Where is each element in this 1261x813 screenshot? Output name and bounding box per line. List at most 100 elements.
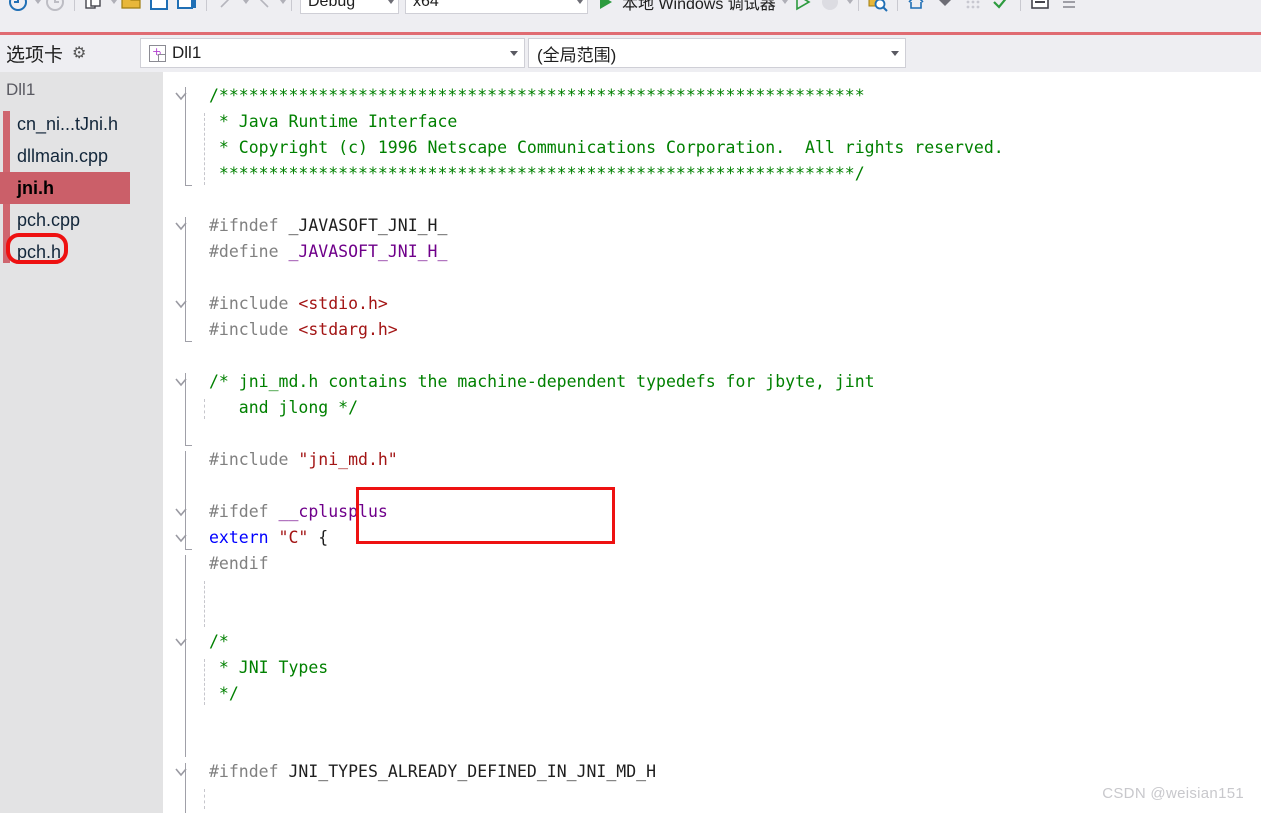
save-all-icon[interactable] [173,0,201,17]
redo-icon[interactable] [249,0,277,17]
main-toolbar: Debug x64 本地 Windows 调试器 [0,0,1261,32]
solution-configuration-combo[interactable]: Debug [300,0,399,14]
code-token: <stdarg.h> [298,320,398,339]
code-line[interactable]: and jlong */ [209,395,358,421]
start-debug-icon[interactable] [591,0,619,17]
code-token: /***************************************… [209,86,865,105]
code-line[interactable]: #include <stdio.h> [209,291,388,317]
code-token: ****************************************… [209,164,865,183]
code-line[interactable]: * Copyright (c) 1996 Netscape Communicat… [209,135,1004,161]
code-token: * Copyright (c) 1996 Netscape Communicat… [209,138,1004,157]
sidebar-item-label: dllmain.cpp [17,145,109,166]
chevron-down-icon [577,0,583,4]
fold-toggle-icon[interactable] [173,291,189,317]
code-line[interactable]: #define _JAVASOFT_JNI_H_ [209,239,447,265]
code-line[interactable]: extern "C" { [209,525,328,551]
fold-toggle-icon[interactable] [173,629,189,655]
code-structure-guide [204,659,205,705]
tabs-sidebar: Dll1 cn_ni...tJni.h dllmain.cpp jni.h pch.c… [0,72,163,813]
code-line[interactable]: /* [209,629,229,655]
code-token: */ [209,684,239,703]
annotation-highlight-include-jni-md [356,487,615,544]
code-token: * JNI Types [209,658,329,677]
code-line[interactable]: #endif [209,551,269,577]
toolbar-separator-5 [896,0,898,11]
forward-navigate-icon[interactable] [41,0,69,17]
sidebar-item-jni-h[interactable]: jni.h [0,172,130,204]
sidebar-item-pch-h[interactable]: pch.h [0,236,163,268]
code-token: _JAVASOFT_JNI_H_ [288,216,448,235]
start-without-debug-icon[interactable] [788,0,816,17]
sidebar-item-pch-cpp[interactable]: pch.cpp [0,204,163,236]
sidebar-header: 选项卡 ⚙ [0,35,138,72]
code-structure-guide [204,789,205,809]
code-token: "jni_md.h" [298,450,398,469]
gear-icon[interactable]: ⚙ [72,45,86,62]
checkmark-icon[interactable] [987,0,1015,17]
sidebar-item-dllmain-cpp[interactable]: dllmain.cpp [0,140,163,172]
member-scope-label: (全局范围) [537,45,617,65]
fold-toggle-icon[interactable] [173,213,189,239]
list-icon[interactable] [1054,0,1082,17]
code-structure-guide-foot [185,341,192,342]
code-editor[interactable]: /* **************************************… [163,72,1261,813]
code-line[interactable]: /***************************************… [209,83,865,109]
fold-toggle-icon[interactable] [173,83,189,109]
comment-icon[interactable] [1026,0,1054,17]
fold-toggle-icon[interactable] [173,499,189,525]
code-token: _JAVASOFT_JNI_H_ [288,242,448,261]
open-file-icon[interactable] [117,0,145,17]
fold-toggle-icon[interactable] [173,369,189,395]
start-debug-label: 本地 Windows 调试器 [622,0,776,13]
new-project-icon[interactable] [80,0,108,17]
sidebar-header-title: 选项卡 [6,45,64,66]
code-structure-guide [185,555,186,757]
dotted-grid-icon[interactable] [959,0,987,17]
chevron-down-icon [891,50,899,56]
find-in-files-icon[interactable] [864,0,892,17]
sidebar-item-label: pch.cpp [17,209,81,230]
save-icon[interactable] [145,0,173,17]
fold-toggle-icon[interactable] [173,759,189,785]
code-line[interactable]: #ifndef _JAVASOFT_JNI_H_ [209,213,447,239]
chevron-down-icon [388,0,394,4]
sidebar-file-list: cn_ni...tJni.h dllmain.cpp jni.h pch.cpp pch… [0,108,163,268]
back-navigate-icon[interactable] [4,0,32,17]
toolbar-separator-4 [857,0,859,11]
vs-window: Debug x64 本地 Windows 调试器 选项卡 ⚙ + Dll1 (全… [0,0,1261,813]
code-line[interactable]: /* jni_md.h contains the machine-depende… [209,369,875,395]
code-line[interactable]: #ifdef __cplusplus [209,499,388,525]
code-line[interactable]: #ifndef JNI_TYPES_ALREADY_DEFINED_IN_JNI… [209,759,656,785]
sidebar-root-label: Dll1 [6,80,36,99]
solution-platform-label: x64 [413,0,439,10]
undo-icon[interactable] [212,0,240,17]
sidebar-item-cn-ni-tjni-h[interactable]: cn_ni...tJni.h [0,108,163,140]
collapse-icon[interactable] [931,0,959,17]
stop-dropdown-caret[interactable] [846,0,853,4]
code-line[interactable]: */ [209,681,239,707]
toolbar-separator-3 [291,0,292,11]
code-token: extern [209,528,279,547]
member-scope-combo[interactable]: (全局范围) [528,38,906,68]
code-structure-guide-foot [185,445,192,446]
code-line[interactable]: * Java Runtime Interface [209,109,457,135]
code-line[interactable]: #include <stdarg.h> [209,317,398,343]
fold-toggle-icon[interactable] [173,525,189,551]
code-line[interactable]: * JNI Types [209,655,328,681]
code-token: __cplusplus [278,502,388,521]
code-token: "C" [278,528,309,547]
code-token: #endif [209,554,269,573]
navigation-bar: 选项卡 ⚙ ++ Dll1 (全局范围) [0,35,1261,72]
code-line[interactable]: ****************************************… [209,161,865,187]
solution-platform-combo[interactable]: x64 [405,0,588,14]
redo-dropdown-caret[interactable] [280,0,286,4]
stop-icon[interactable] [816,0,844,17]
code-line[interactable]: #include "jni_md.h" [209,447,398,473]
toolbar-separator-2 [206,0,207,11]
project-scope-combo[interactable]: ++ Dll1 [140,38,525,68]
home-icon[interactable] [903,0,931,17]
code-token: /* [209,632,229,651]
start-debug-label-wrap[interactable]: 本地 Windows 调试器 [619,0,779,17]
code-token: #ifndef [209,762,289,781]
toolbar-separator [74,0,75,11]
